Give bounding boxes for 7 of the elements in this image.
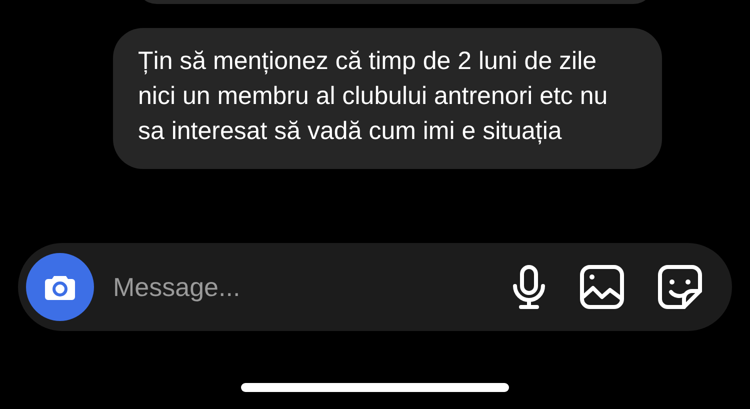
camera-icon bbox=[44, 273, 76, 301]
image-icon[interactable] bbox=[580, 265, 624, 309]
message-field[interactable]: Message... bbox=[113, 268, 512, 306]
camera-button[interactable] bbox=[26, 253, 94, 321]
sticker-icon[interactable] bbox=[658, 265, 702, 309]
message-text: Țin să menționez că timp de 2 luni de zile nici un membru al clubului antrenori etc nu sa interesat să vadă cum imi e situația bbox=[138, 46, 609, 147]
microphone-icon[interactable] bbox=[512, 265, 546, 309]
